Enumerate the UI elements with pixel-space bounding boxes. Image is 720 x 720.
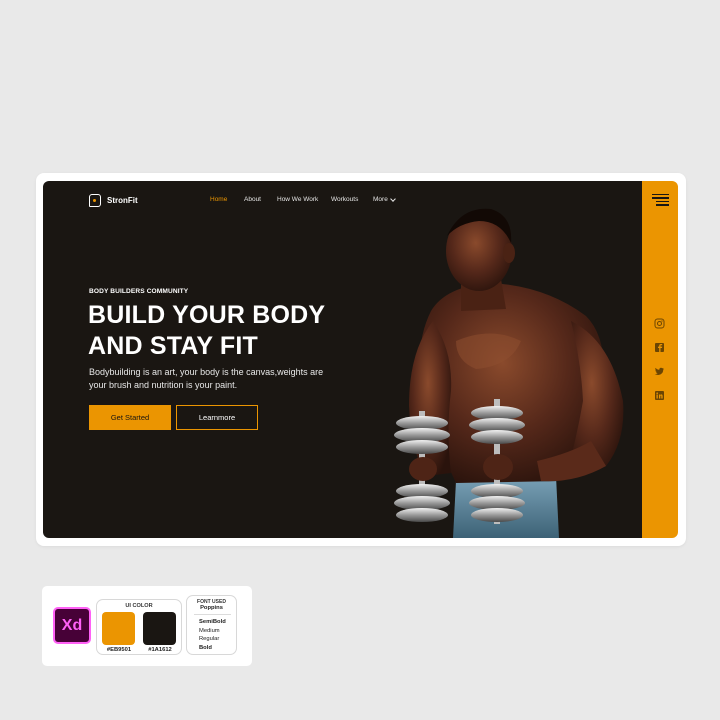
get-started-button[interactable]: Get Started	[89, 405, 171, 430]
color-swatch-accent	[102, 612, 135, 645]
brand-name: StronFit	[107, 196, 138, 205]
ui-color-title: UI COLOR	[125, 603, 153, 609]
logo-icon	[89, 194, 101, 207]
nav-workouts[interactable]: Workouts	[331, 196, 358, 203]
ui-color-panel: UI COLOR #EB9501 #1A1612	[96, 599, 182, 655]
font-name: Poppins	[200, 605, 223, 611]
hero-headline: BUILD YOUR BODY AND STAY FIT	[88, 300, 388, 362]
color-swatch-dark	[143, 612, 176, 645]
website-screen: StronFit Home About How We Work Workouts…	[43, 181, 643, 538]
font-weights-list: SemiBold Medium Regular Bold	[199, 618, 226, 652]
font-used-panel: FONT USED Poppins SemiBold Medium Regula…	[186, 595, 237, 655]
linkedin-icon[interactable]	[654, 390, 665, 401]
learn-more-button[interactable]: Learnmore	[176, 405, 258, 430]
font-weight-regular: Regular	[199, 636, 220, 642]
color-label-dark: #1A1612	[148, 647, 172, 653]
hero-eyebrow: BODY BUILDERS COMMUNITY	[89, 288, 189, 295]
menu-icon[interactable]	[652, 194, 669, 208]
adobe-xd-logo: Xd	[53, 607, 91, 644]
font-weight-medium: Medium	[199, 627, 220, 634]
divider	[194, 614, 231, 615]
facebook-icon[interactable]	[654, 342, 665, 353]
hero-bodybuilder-image	[394, 208, 624, 538]
twitter-icon[interactable]	[654, 366, 665, 377]
nav-about[interactable]: About	[244, 196, 261, 203]
hero-headline-line2: AND STAY FIT	[88, 332, 259, 360]
design-info-card: Xd UI COLOR #EB9501 #1A1612 FONT USED Po…	[42, 586, 252, 666]
instagram-icon[interactable]	[654, 318, 665, 329]
brand-logo[interactable]: StronFit	[89, 194, 138, 207]
hero-subtext: Bodybuilding is an art, your body is the…	[89, 367, 324, 390]
color-label-accent: #EB9501	[106, 647, 132, 653]
font-weight-bold: Bold	[199, 644, 212, 651]
font-weight-semibold: SemiBold	[199, 619, 226, 625]
side-rail	[642, 181, 678, 538]
hero-headline-line1: BUILD YOUR BODY	[88, 301, 326, 329]
nav-how-we-work[interactable]: How We Work	[277, 196, 318, 203]
nav-home[interactable]: Home	[210, 196, 227, 203]
